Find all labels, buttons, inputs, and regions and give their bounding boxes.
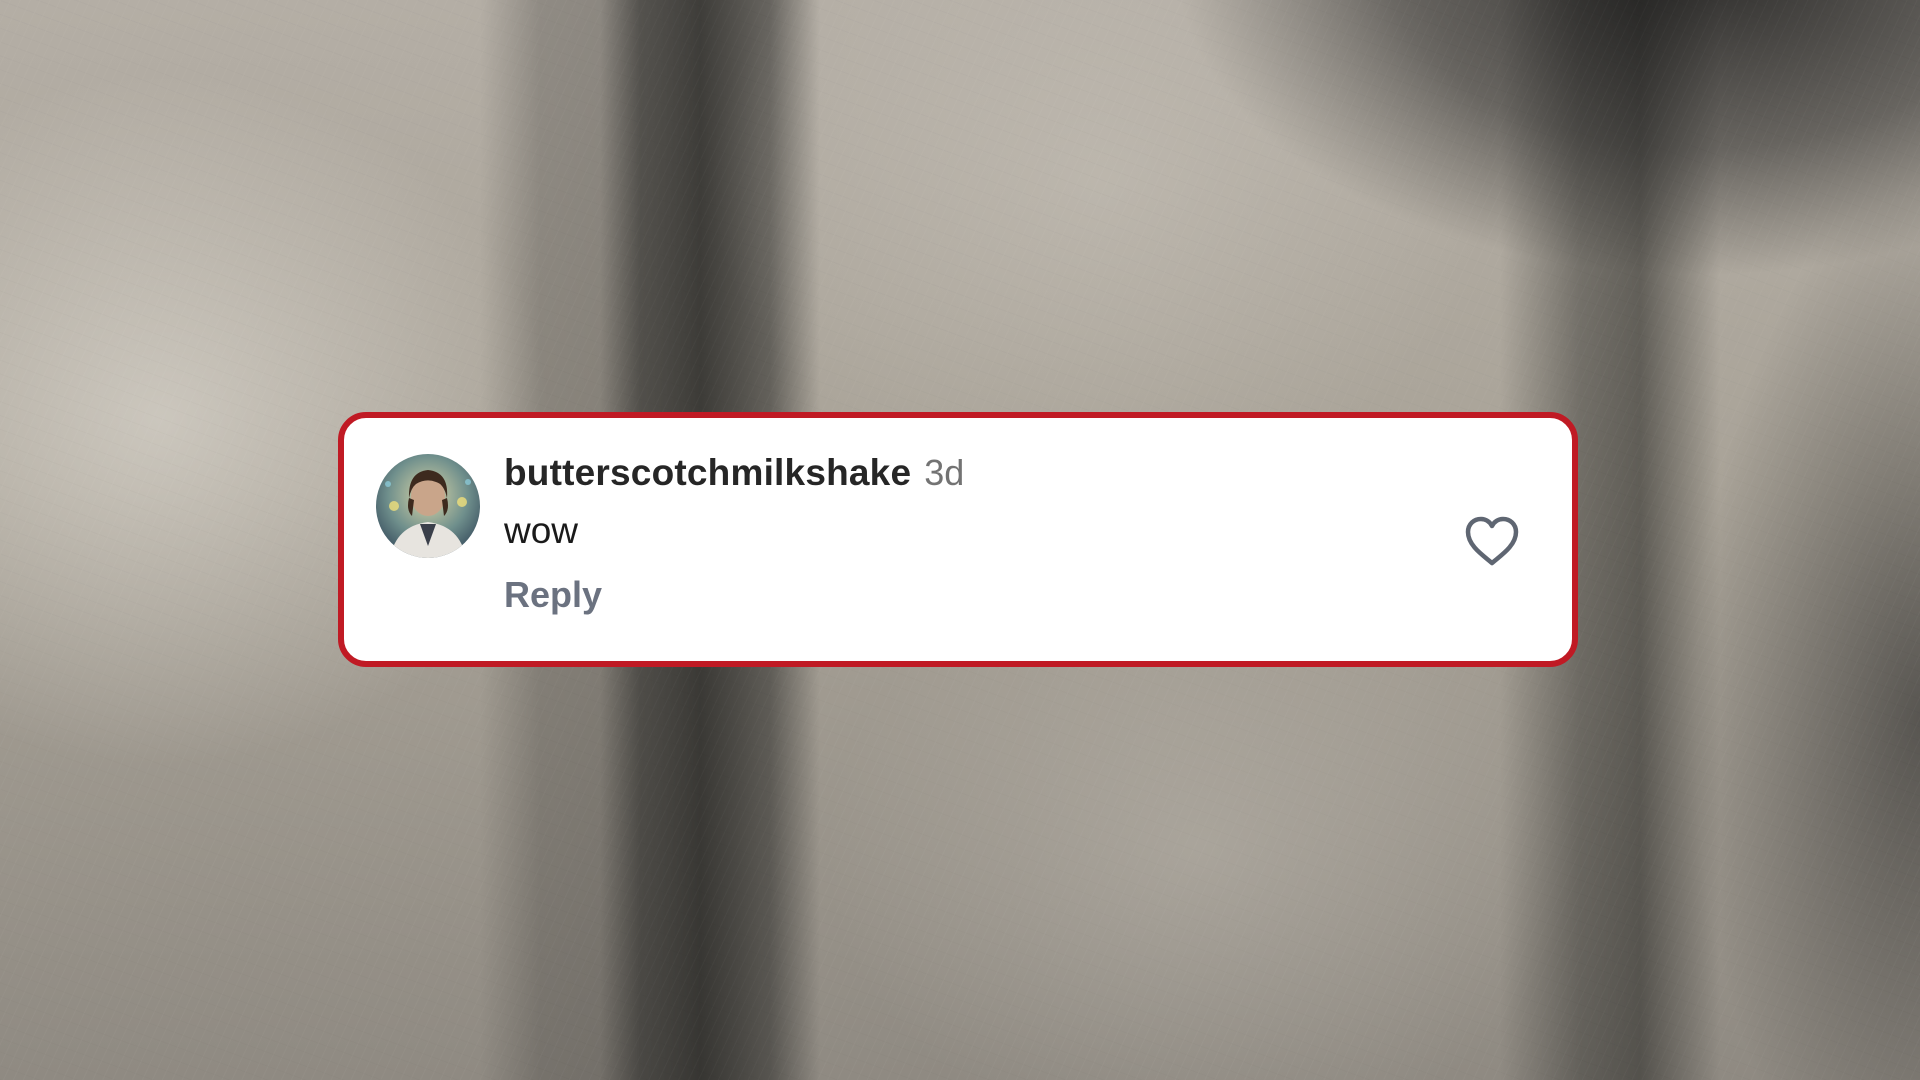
comment-timestamp: 3d xyxy=(924,452,965,493)
reply-button[interactable]: Reply xyxy=(504,574,602,616)
username[interactable]: butterscotchmilkshake xyxy=(504,452,911,494)
like-button[interactable] xyxy=(1464,516,1520,568)
avatar[interactable] xyxy=(376,454,480,558)
avatar-image xyxy=(376,454,480,558)
heart-outline-icon xyxy=(1465,516,1519,566)
comment-card: butterscotchmilkshake 3d wow Reply xyxy=(338,412,1578,667)
comment-text: wow xyxy=(504,510,579,551)
comment-header: butterscotchmilkshake 3d xyxy=(504,452,1422,494)
comment-body: butterscotchmilkshake 3d wow Reply xyxy=(504,452,1422,616)
